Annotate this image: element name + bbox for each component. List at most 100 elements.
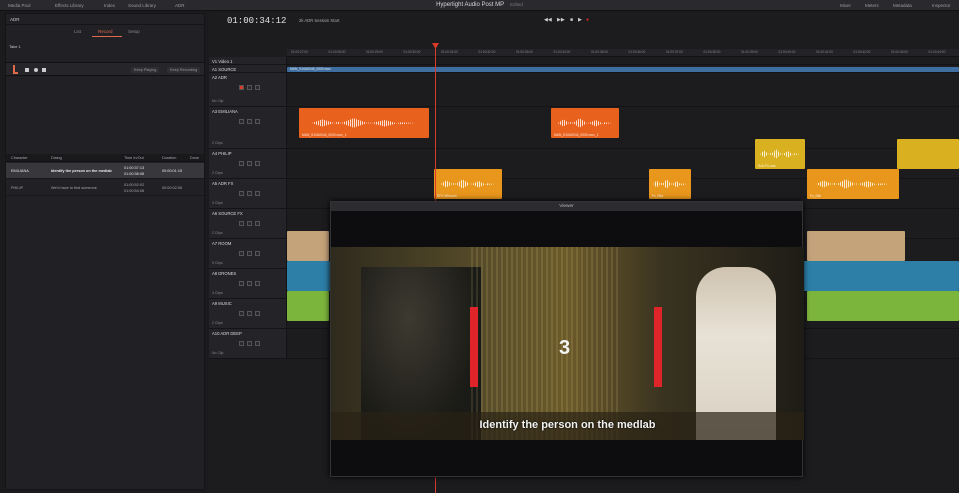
mixer-tab[interactable]: Mixer xyxy=(840,3,851,8)
solo-toggle[interactable] xyxy=(247,161,252,166)
meters-tab[interactable]: Meters xyxy=(865,3,879,8)
play-button[interactable]: ▶ xyxy=(578,17,582,23)
column-duration[interactable]: Duration xyxy=(162,156,176,160)
track-header-v1[interactable]: V1 Video 1 xyxy=(209,57,287,65)
viewer-title: Viewer xyxy=(559,204,574,209)
cue-row[interactable]: EMILIANA Identify the person on the medl… xyxy=(6,163,204,179)
audio-clip[interactable]: MAN_S10A0044_0000.mov_1 xyxy=(299,108,429,138)
tab-list[interactable]: List xyxy=(74,29,81,34)
track-header-a9[interactable]: A9 MUSIC 2 Clips xyxy=(209,299,287,329)
record-icon[interactable] xyxy=(34,68,38,72)
record-arm-toggle[interactable] xyxy=(239,221,244,226)
stop-button[interactable]: ■ xyxy=(570,17,573,23)
record-arm-toggle[interactable] xyxy=(239,341,244,346)
audio-clip[interactable]: Fx_06a xyxy=(649,169,691,199)
clip-label: MAN_S10A0044_0000.mov_1 xyxy=(302,133,347,137)
track-header-a8[interactable]: A8 DRONES 4 Clips xyxy=(209,269,287,299)
record-arm-toggle[interactable] xyxy=(239,161,244,166)
audio-clip[interactable]: Sub-FX.wav xyxy=(755,139,805,169)
tab-setup[interactable]: Setup xyxy=(128,29,140,34)
tab-record[interactable]: Record xyxy=(98,29,113,34)
track-header-a6[interactable]: A6 SOURCE FX 2 Clips xyxy=(209,209,287,239)
adr-panel-title: ADR xyxy=(10,17,20,22)
cue-character: PHILIP xyxy=(11,186,24,190)
record-arm-icon[interactable] xyxy=(13,65,18,74)
solo-toggle[interactable] xyxy=(247,191,252,196)
record-arm-toggle[interactable] xyxy=(239,251,244,256)
timeline-ruler[interactable]: 01:00:27:00 01:00:28:00 01:00:29:00 01:00:3… xyxy=(287,49,959,57)
audio-clip[interactable] xyxy=(807,291,959,321)
column-character[interactable]: Character xyxy=(11,156,28,160)
keep-playing-button[interactable]: Keep Playing xyxy=(131,67,160,73)
track-header-a10[interactable]: A10 ADR DEEP No Clip xyxy=(209,329,287,359)
record-arm-toggle[interactable] xyxy=(239,281,244,286)
track-lane[interactable] xyxy=(287,73,959,107)
track-clip-count: 4 Clips xyxy=(212,291,223,295)
column-time[interactable]: Time In/Out xyxy=(124,156,144,160)
solo-toggle[interactable] xyxy=(247,85,252,90)
column-dialog[interactable]: Dialog xyxy=(51,156,62,160)
solo-toggle[interactable] xyxy=(247,341,252,346)
track-header-a4[interactable]: A4 PHILIP 2 Clips xyxy=(209,149,287,179)
solo-toggle[interactable] xyxy=(247,119,252,124)
adr-subtitle: Identify the person on the medlab xyxy=(479,419,656,431)
mute-toggle[interactable] xyxy=(255,191,260,196)
audio-clip[interactable]: MAN_S10A0044_0000.mov_1 xyxy=(551,108,619,138)
fast-forward-icon[interactable]: ▶▶ xyxy=(557,17,565,23)
session-selector[interactable]: 2k ADR Session Start xyxy=(299,18,339,23)
record-arm-toggle[interactable] xyxy=(239,311,244,316)
record-arm-toggle[interactable] xyxy=(239,85,244,90)
metadata-tab[interactable]: Metadata xyxy=(893,3,912,8)
audio-clip[interactable]: MAN_S10A0045_0000.mov xyxy=(287,67,959,72)
inspector-tab[interactable]: Inspector xyxy=(932,3,951,8)
play-icon[interactable] xyxy=(42,68,46,72)
adr-panel-header: ADR xyxy=(6,14,204,25)
timecode-display: 01:00:34:12 xyxy=(227,16,287,26)
ruler-mark: 01:00:43:00 xyxy=(891,50,908,54)
audio-clip[interactable] xyxy=(897,139,959,169)
mute-toggle[interactable] xyxy=(255,311,260,316)
mute-toggle[interactable] xyxy=(255,119,260,124)
column-done[interactable]: Done xyxy=(190,156,199,160)
waveform xyxy=(760,149,800,159)
record-arm-toggle[interactable] xyxy=(239,191,244,196)
audio-clip[interactable]: SFX-Whoosh xyxy=(434,169,502,199)
track-header-a2[interactable]: A2 ADR No Clip xyxy=(209,73,287,107)
record-button[interactable]: ● xyxy=(586,17,589,23)
stop-icon[interactable] xyxy=(25,68,29,72)
solo-toggle[interactable] xyxy=(247,311,252,316)
track-header-a3[interactable]: A3 EMILIANA 2 Clips xyxy=(209,107,287,149)
cue-character: EMILIANA xyxy=(11,169,29,173)
ruler-mark: 01:00:34:00 xyxy=(553,50,571,54)
solo-toggle[interactable] xyxy=(247,251,252,256)
track-header-a5[interactable]: A5 ADR FX 3 Clips xyxy=(209,179,287,209)
audio-clip[interactable] xyxy=(287,291,329,321)
mute-toggle[interactable] xyxy=(255,85,260,90)
track-name: A4 PHILIP xyxy=(212,151,232,156)
mute-toggle[interactable] xyxy=(255,341,260,346)
ruler-mark: 01:00:40:00 xyxy=(778,50,796,54)
solo-toggle[interactable] xyxy=(247,281,252,286)
audio-clip[interactable] xyxy=(807,231,905,261)
mute-toggle[interactable] xyxy=(255,281,260,286)
rewind-icon[interactable]: ◀◀ xyxy=(544,17,552,23)
audio-clip[interactable] xyxy=(287,231,329,261)
track-header-a7[interactable]: A7 ROOM 5 Clips xyxy=(209,239,287,269)
track-clip-count: 2 Clips xyxy=(212,171,223,175)
viewer-window: Viewer 3 Identify the person on the medl… xyxy=(330,201,804,477)
cue-row[interactable]: PHILIP We'd have to find someone 01:00:5… xyxy=(6,180,204,196)
countdown-number: 3 xyxy=(559,337,571,359)
mute-toggle[interactable] xyxy=(255,161,260,166)
cue-time-in: 01:00:37:13 xyxy=(124,166,145,170)
solo-toggle[interactable] xyxy=(247,221,252,226)
keep-recording-button[interactable]: Keep Recording xyxy=(167,67,201,73)
viewer-titlebar[interactable]: Viewer xyxy=(331,202,802,211)
track-name: A2 ADR xyxy=(212,75,227,80)
track-lane[interactable] xyxy=(287,57,959,65)
mute-toggle[interactable] xyxy=(255,251,260,256)
track-header-a1[interactable]: A1 SOURCE xyxy=(209,65,287,73)
audio-clip[interactable]: Fx_06b xyxy=(807,169,899,199)
record-arm-toggle[interactable] xyxy=(239,119,244,124)
clip-label: SFX-Whoosh xyxy=(437,194,457,198)
mute-toggle[interactable] xyxy=(255,221,260,226)
